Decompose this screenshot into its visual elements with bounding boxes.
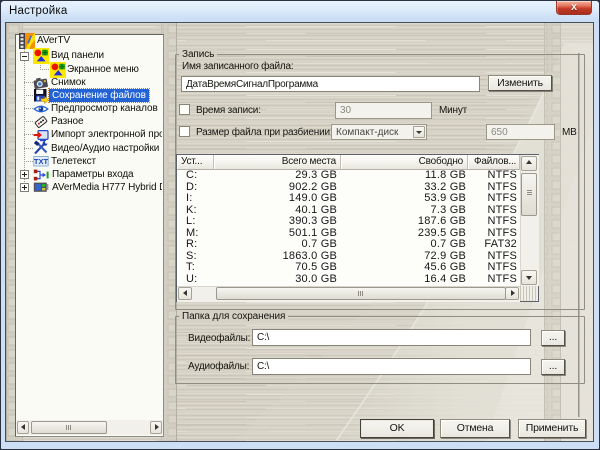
svg-text:TXT: TXT (34, 157, 49, 166)
